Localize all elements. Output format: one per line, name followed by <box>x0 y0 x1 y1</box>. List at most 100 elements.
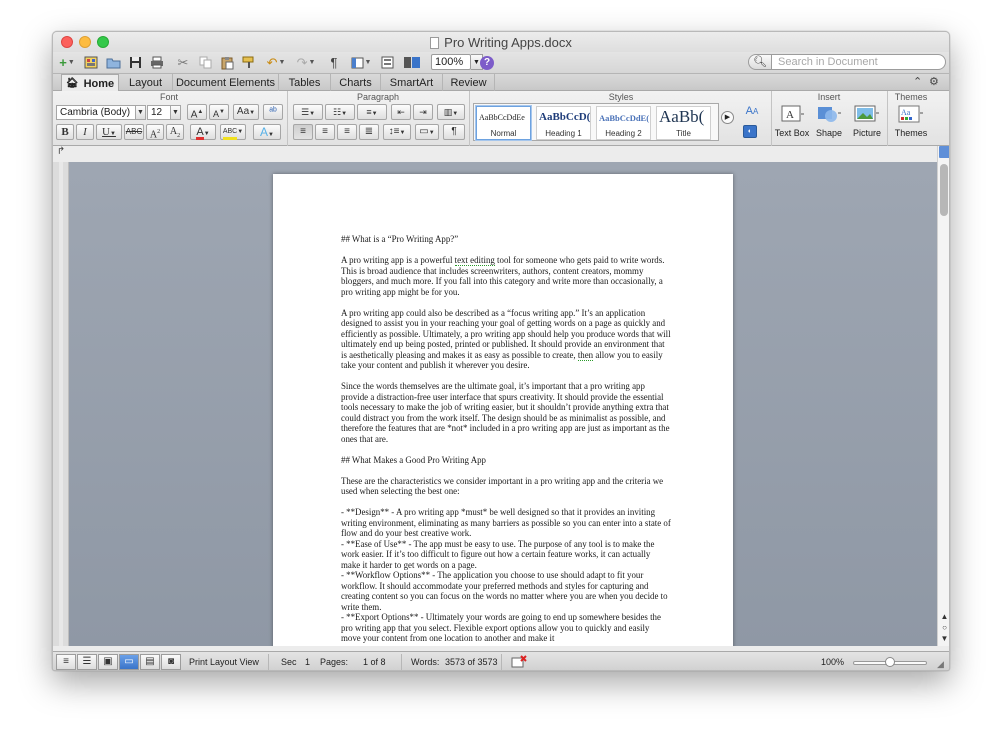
document-body[interactable]: ## What is a “Pro Writing App?” A pro wr… <box>341 234 671 644</box>
font-size-dropdown[interactable]: ▼ <box>171 105 181 120</box>
print-icon[interactable] <box>149 54 165 71</box>
next-page-icon[interactable]: ▼ <box>939 634 949 644</box>
insert-text-box[interactable]: A Text Box <box>771 105 813 138</box>
collapse-ribbon-icon[interactable]: ⌃ <box>913 75 922 88</box>
increase-indent-button[interactable]: ⇥ <box>413 104 433 120</box>
resize-grip[interactable]: ◢ <box>937 659 944 670</box>
insert-group-label: Insert <box>817 92 841 102</box>
numbering-button[interactable]: ☷▼ <box>325 104 355 120</box>
subscript-button[interactable]: A2 <box>166 124 184 140</box>
zoom-slider-thumb[interactable] <box>885 657 895 667</box>
superscript-button[interactable]: A2 <box>146 124 164 140</box>
print-layout-view-icon[interactable]: ▭ <box>119 654 139 670</box>
highlight-button[interactable]: ABC▼ <box>220 124 246 140</box>
outline-view-icon[interactable]: ☰ <box>77 654 97 670</box>
shading-button[interactable]: ▭▼ <box>415 124 439 140</box>
browse-object-icon[interactable]: ○ <box>939 623 949 633</box>
align-left-button[interactable]: ≡ <box>293 124 313 140</box>
search-input[interactable]: Search in Document <box>771 54 946 70</box>
show-formatting-icon[interactable]: ¶ <box>327 54 341 71</box>
grammar-flag[interactable]: text editing <box>454 255 495 266</box>
themes-button[interactable]: Aa Themes <box>889 105 933 138</box>
style-normal-name: Normal <box>490 129 517 138</box>
style-heading-1[interactable]: AaBbCcD( Heading 1 <box>536 106 591 140</box>
new-document-icon[interactable]: + ▼ <box>56 54 78 71</box>
publishing-view-icon[interactable]: ▣ <box>98 654 118 670</box>
italic-button[interactable]: I <box>76 124 94 140</box>
paste-icon[interactable] <box>219 54 235 71</box>
styles-pane-icon[interactable]: ◐ <box>743 125 757 138</box>
document-icon <box>430 37 440 49</box>
cut-icon[interactable]: ✂ <box>175 54 191 71</box>
copy-icon[interactable] <box>197 54 213 71</box>
undo-icon[interactable]: ↶ ▼ <box>263 54 289 71</box>
document-page[interactable]: ## What is a “Pro Writing App?” A pro wr… <box>273 174 733 646</box>
font-name-dropdown[interactable]: ▼ <box>136 105 146 120</box>
list-item: - **Design** - A pro writing app *must* … <box>341 507 671 538</box>
multilevel-list-button[interactable]: ≡▼ <box>357 104 387 120</box>
sidebar-toggle-icon[interactable]: ▼ <box>349 54 373 71</box>
style-heading-2-name: Heading 2 <box>605 129 642 138</box>
bullets-button[interactable]: ☰▼ <box>293 104 323 120</box>
split-view-handle[interactable] <box>939 146 949 158</box>
insert-shape[interactable]: Shape <box>808 105 850 138</box>
previous-page-icon[interactable]: ▲ <box>939 612 949 622</box>
style-title-name: Title <box>676 129 691 138</box>
show-hide-button[interactable]: ¶ <box>443 124 465 140</box>
justify-button[interactable]: ≣ <box>359 124 379 140</box>
tab-stop-selector[interactable]: ↱ <box>53 146 69 162</box>
tab-tables[interactable]: Tables <box>279 74 331 91</box>
ribbon-separator <box>469 91 470 146</box>
underline-button[interactable]: U▼ <box>96 124 122 140</box>
proofing-status-icon[interactable] <box>511 655 527 670</box>
notebook-view-icon[interactable]: ▤ <box>140 654 160 670</box>
clear-formatting-button[interactable]: ᵃᵇ <box>263 104 283 120</box>
gallery-icon[interactable] <box>83 54 99 71</box>
scrollbar-thumb[interactable] <box>940 164 948 216</box>
grow-font-button[interactable]: A▲ <box>187 104 207 120</box>
font-name-field[interactable]: Cambria (Body) <box>56 105 136 120</box>
open-folder-icon[interactable] <box>105 54 121 71</box>
tab-review[interactable]: Review <box>443 74 495 91</box>
style-normal[interactable]: AaBbCcDdEe Normal <box>476 106 531 140</box>
decrease-indent-button[interactable]: ⇤ <box>391 104 411 120</box>
text-effects-button[interactable]: A▼ <box>253 124 281 140</box>
paragraph: Since the words themselves are the ultim… <box>341 381 670 444</box>
toolbox-icon[interactable] <box>379 54 395 71</box>
align-center-button[interactable]: ≡ <box>315 124 335 140</box>
tab-smartart[interactable]: SmartArt <box>381 74 443 91</box>
focus-view-icon[interactable]: ◙ <box>161 654 181 670</box>
ribbon-settings-icon[interactable]: ⚙ <box>929 75 939 88</box>
line-spacing-button[interactable]: ↕≡▼ <box>383 124 411 140</box>
style-heading-2[interactable]: AaBbCcDdE( Heading 2 <box>596 106 651 140</box>
insert-picture[interactable]: Picture <box>846 105 888 138</box>
bold-button[interactable]: B <box>56 124 74 140</box>
font-size-field[interactable]: 12 <box>147 105 171 120</box>
more-styles-icon[interactable]: ▶ <box>721 111 734 124</box>
align-right-button[interactable]: ≡ <box>337 124 357 140</box>
zoom-field[interactable]: 100% <box>431 54 471 70</box>
redo-icon[interactable]: ↷ ▼ <box>293 54 319 71</box>
text-box-icon: A <box>771 105 813 125</box>
help-icon[interactable]: ? <box>480 56 494 70</box>
manage-styles-icon[interactable]: AA <box>741 104 763 122</box>
format-painter-icon[interactable] <box>241 54 257 71</box>
words-value: 3573 of 3573 <box>445 657 498 667</box>
tab-layout[interactable]: Layout <box>119 74 173 91</box>
save-icon[interactable] <box>127 54 143 71</box>
tab-charts[interactable]: Charts <box>331 74 381 91</box>
strikethrough-button[interactable]: ABC <box>124 124 144 140</box>
tab-home[interactable]: 🏠︎ Home <box>61 74 119 92</box>
shrink-font-button[interactable]: A▼ <box>209 104 229 120</box>
search-options-icon[interactable]: 🔍︎ <box>748 54 772 70</box>
draft-view-icon[interactable]: ≡ <box>56 654 76 670</box>
font-color-button[interactable]: A▼ <box>190 124 216 140</box>
grammar-flag[interactable]: then <box>577 349 594 361</box>
columns-button[interactable]: ▥▼ <box>437 104 465 120</box>
zoom-percentage: 100% <box>821 657 845 667</box>
change-case-button[interactable]: Aa▼ <box>233 104 259 120</box>
vertical-scrollbar[interactable]: ▲ ○ ▼ <box>937 146 949 646</box>
media-browser-icon[interactable] <box>401 54 423 71</box>
tab-document-elements[interactable]: Document Elements <box>173 74 279 91</box>
style-title[interactable]: AaBb( Title <box>656 106 711 140</box>
